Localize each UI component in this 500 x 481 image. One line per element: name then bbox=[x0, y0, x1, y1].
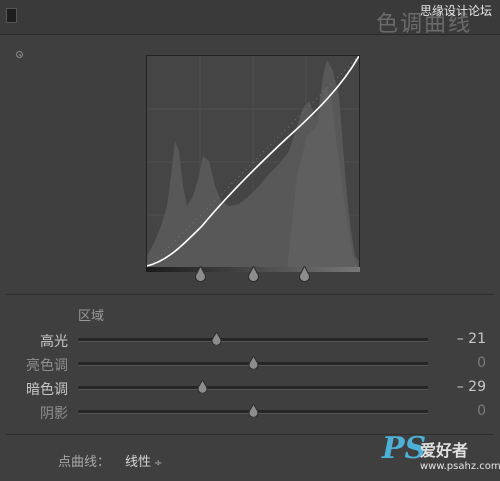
slider-label: 暗色调 bbox=[26, 382, 68, 398]
slider-row-darks: 暗色调 – 29 bbox=[0, 377, 500, 399]
slider-label: 阴影 bbox=[40, 406, 68, 422]
slider-thumb[interactable] bbox=[248, 356, 259, 369]
slider-track[interactable] bbox=[78, 338, 428, 342]
point-curve-value: 线性 bbox=[125, 455, 152, 470]
shadows-split-handle[interactable] bbox=[194, 266, 207, 282]
point-curve-dropdown[interactable]: 线性 ÷ bbox=[125, 451, 162, 470]
section-divider bbox=[6, 294, 494, 295]
site-watermark-top: 思缘设计论坛 bbox=[419, 4, 492, 18]
site-watermark-bottom: PS 爱好者 www.psahz.com bbox=[376, 431, 500, 479]
slider-value[interactable]: 0 bbox=[477, 403, 486, 419]
slider-value[interactable]: – 21 bbox=[457, 331, 486, 347]
slider-thumb[interactable] bbox=[248, 404, 259, 417]
histogram-highlight bbox=[287, 86, 359, 269]
watermark-url: www.psahz.com bbox=[420, 461, 500, 472]
slider-row-highlights: 高光 – 21 bbox=[0, 329, 500, 351]
dropdown-arrows-icon: ÷ bbox=[154, 458, 163, 469]
panel-collapse-toggle[interactable] bbox=[6, 8, 17, 23]
slider-track[interactable] bbox=[78, 386, 428, 390]
slider-value[interactable]: 0 bbox=[477, 355, 486, 371]
panel-header: 色调曲线 思缘设计论坛 bbox=[0, 0, 500, 37]
slider-value[interactable]: – 29 bbox=[457, 379, 486, 395]
highlights-split-handle[interactable] bbox=[298, 266, 311, 282]
tone-curve-graph[interactable] bbox=[146, 55, 360, 270]
slider-row-shadows: 阴影 0 bbox=[0, 401, 500, 423]
target-adjustment-tool-icon[interactable] bbox=[16, 51, 23, 58]
point-curve-label: 点曲线： bbox=[58, 455, 111, 470]
slider-label: 亮色调 bbox=[26, 358, 68, 374]
watermark-site-name: 爱好者 bbox=[420, 441, 469, 460]
slider-thumb[interactable] bbox=[211, 332, 222, 345]
curve-canvas bbox=[147, 56, 359, 269]
slider-thumb[interactable] bbox=[197, 380, 208, 393]
region-section-label: 区域 bbox=[78, 309, 105, 324]
slider-row-lights: 亮色调 0 bbox=[0, 353, 500, 375]
midtones-split-handle[interactable] bbox=[247, 266, 260, 282]
slider-label: 高光 bbox=[40, 334, 68, 350]
